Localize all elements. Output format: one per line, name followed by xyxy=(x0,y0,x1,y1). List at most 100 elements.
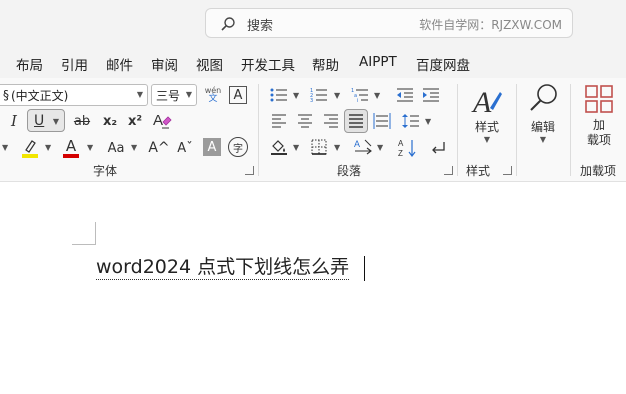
chevron-down-icon: ▼ xyxy=(377,143,384,152)
text-cursor xyxy=(364,256,365,281)
paragraph-dialog-launcher[interactable] xyxy=(444,166,453,175)
search-label: 搜索 xyxy=(247,19,274,34)
tab-references[interactable]: 引用 xyxy=(61,54,88,74)
increase-indent-button[interactable] xyxy=(420,84,442,106)
addins-button[interactable]: 加 载项 xyxy=(576,84,622,154)
svg-text:A: A xyxy=(354,139,360,149)
styles-gallery-button[interactable]: A 样式 ▼ xyxy=(464,84,510,152)
sort-button[interactable]: A Z xyxy=(397,136,419,160)
font-name-value: (中文正文) xyxy=(11,88,69,103)
tab-layout[interactable]: 布局 xyxy=(16,54,43,74)
chinese-layout-button[interactable]: A xyxy=(352,136,374,158)
grow-font-text: A^ xyxy=(148,140,170,156)
svg-text:A: A xyxy=(471,86,492,118)
subscript-button[interactable]: x₂ xyxy=(100,110,120,132)
clear-formatting-button[interactable]: A xyxy=(150,109,174,133)
chevron-down-icon: ▼ xyxy=(293,91,300,100)
underline-char: U xyxy=(34,112,45,129)
margin-corner-marker xyxy=(72,244,96,245)
title-bar: 搜索 软件自学网：RJZXW.COM xyxy=(0,0,626,48)
borders-icon xyxy=(311,139,327,155)
enclose-characters-button[interactable]: 字 xyxy=(228,137,248,157)
svg-text:i: i xyxy=(357,98,358,103)
tab-review[interactable]: 审阅 xyxy=(151,54,178,74)
chevron-down-icon: ▼ xyxy=(87,143,94,152)
chevron-down-icon: ▼ xyxy=(185,90,192,99)
distributed-button[interactable] xyxy=(371,110,393,132)
multilevel-list-icon: 1ai xyxy=(351,88,368,103)
line-spacing-icon xyxy=(402,114,419,128)
justify-icon xyxy=(349,114,363,128)
divider xyxy=(570,84,571,176)
magnifier-icon xyxy=(530,84,557,111)
character-shading-button[interactable]: A xyxy=(203,138,221,156)
line-spacing-button[interactable] xyxy=(400,110,422,132)
svg-text:3: 3 xyxy=(310,98,313,103)
increase-indent-icon xyxy=(423,88,439,102)
highlighter-icon xyxy=(22,140,38,158)
numbering-button[interactable]: 123 xyxy=(308,84,330,106)
shrink-font-button[interactable]: Aˇ xyxy=(173,136,197,160)
grow-font-button[interactable]: A^ xyxy=(147,136,171,160)
font-dialog-launcher[interactable] xyxy=(245,166,254,175)
sort-icon: A Z xyxy=(398,139,416,158)
search-icon xyxy=(221,17,235,31)
font-group-label: 字体 xyxy=(93,164,118,178)
font-color-button[interactable]: A xyxy=(59,136,83,160)
styles-dialog-launcher[interactable] xyxy=(503,166,512,175)
editing-button[interactable]: 编辑 ▼ xyxy=(521,82,565,152)
tab-help[interactable]: 帮助 xyxy=(312,54,339,74)
font-size-select[interactable]: 三号 ▼ xyxy=(151,84,197,106)
tab-mailings[interactable]: 邮件 xyxy=(106,54,133,74)
font-size-value: 三号 xyxy=(156,88,181,103)
svg-text:Z: Z xyxy=(398,149,403,158)
search-box[interactable]: 搜索 软件自学网：RJZXW.COM xyxy=(205,8,573,38)
document-canvas[interactable] xyxy=(0,183,626,394)
change-case-text: Aa xyxy=(107,140,125,156)
align-center-icon xyxy=(298,114,312,128)
decrease-indent-button[interactable] xyxy=(394,84,416,106)
borders-button[interactable] xyxy=(308,136,330,158)
align-center-button[interactable] xyxy=(294,110,316,132)
chevron-down-icon: ▼ xyxy=(2,143,9,152)
tab-view[interactable]: 视图 xyxy=(196,54,223,74)
multilevel-list-button[interactable]: 1ai xyxy=(349,84,371,106)
phonetic-guide-button[interactable]: wén 文 xyxy=(203,84,223,106)
chevron-down-icon: ▼ xyxy=(293,143,300,152)
underline-button[interactable]: U ▼ xyxy=(27,109,65,132)
svg-text:A: A xyxy=(153,112,163,129)
strikethrough-button[interactable]: ab xyxy=(70,110,94,132)
chevron-down-icon: ▼ xyxy=(425,117,432,126)
bullets-button[interactable] xyxy=(268,84,290,106)
align-right-button[interactable] xyxy=(320,110,342,132)
paragraph-mark-icon xyxy=(432,142,445,154)
tab-developer[interactable]: 开发工具 xyxy=(241,54,295,74)
chinese-layout-icon: A xyxy=(354,139,372,155)
text-highlight-button[interactable] xyxy=(18,136,42,160)
justify-button[interactable] xyxy=(344,109,368,133)
enclose-char: 字 xyxy=(233,143,243,155)
phonetic-bottom-text: 文 xyxy=(208,94,218,104)
italic-button[interactable]: I xyxy=(4,110,24,132)
superscript-button[interactable]: x² xyxy=(125,110,145,132)
shading-button[interactable] xyxy=(268,136,290,158)
chevron-down-icon: ▼ xyxy=(334,91,341,100)
align-left-button[interactable] xyxy=(268,110,290,132)
styles-label: 样式 xyxy=(474,120,499,134)
chevron-down-icon: ▼ xyxy=(483,135,491,144)
chevron-down-icon: ▼ xyxy=(374,91,381,100)
chevron-down-icon: ▼ xyxy=(334,143,341,152)
addins-group-label: 加载项 xyxy=(580,164,617,178)
font-name-select[interactable]: § (中文正文) ▼ xyxy=(0,84,148,106)
change-case-button[interactable]: Aa xyxy=(102,136,130,160)
align-left-icon xyxy=(272,114,286,128)
show-hide-marks-button[interactable] xyxy=(427,136,449,160)
border-char: A xyxy=(233,87,243,103)
paragraph-group-label: 段落 xyxy=(337,164,362,178)
bullets-icon xyxy=(270,88,287,102)
document-text[interactable]: word2024 点式下划线怎么弄 xyxy=(96,255,350,280)
tab-baidu-netdisk[interactable]: 百度网盘 xyxy=(416,54,470,74)
tab-aippt[interactable]: AIPPT xyxy=(359,54,397,70)
numbering-icon: 123 xyxy=(310,88,327,103)
character-border-button[interactable]: A xyxy=(229,86,247,104)
